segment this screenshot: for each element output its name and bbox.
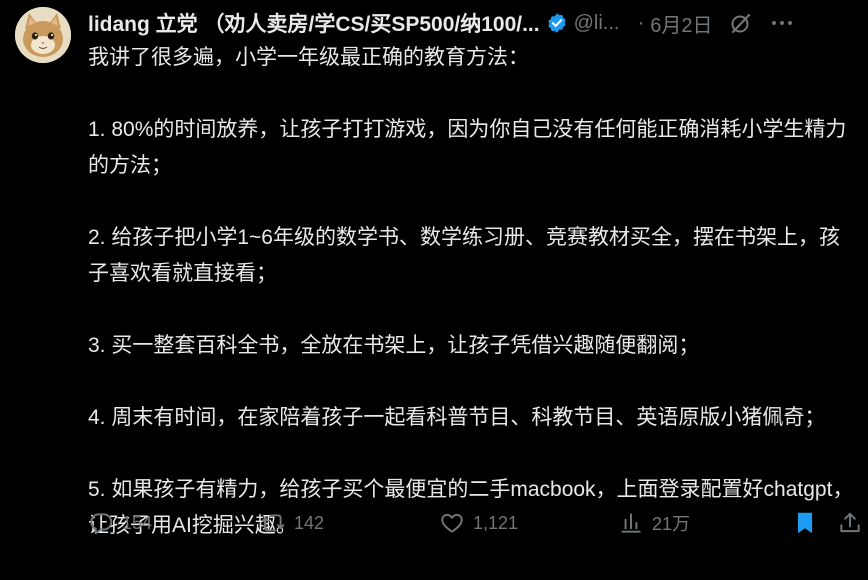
- like-button[interactable]: 1,121: [439, 505, 518, 541]
- views-count: 21万: [652, 514, 691, 534]
- tweet-paragraph-2: 2. 给孩子把小学1~6年级的数学书、数学练习册、竞赛教材买全，摆在书架上，孩子…: [88, 226, 840, 285]
- reply-button[interactable]: 154: [88, 505, 152, 541]
- retweet-button[interactable]: 142: [260, 505, 324, 541]
- retweet-icon: [261, 514, 285, 532]
- more-icon[interactable]: [769, 11, 795, 35]
- tweet-date[interactable]: 6月2日: [650, 9, 712, 38]
- grok-icon[interactable]: [729, 11, 753, 35]
- analytics-icon: [621, 513, 641, 533]
- verified-badge-icon: [547, 13, 566, 33]
- tweet-paragraph-3: 3. 买一整套百科全书，全放在书架上，让孩子凭借兴趣随便翻阅；: [88, 334, 700, 357]
- author-name[interactable]: lidang 立党 （劝人卖房/学CS/买SP500/纳100/...: [88, 8, 540, 38]
- like-count: 1,121: [473, 512, 519, 533]
- author-handle[interactable]: @li...: [574, 12, 632, 35]
- tweet-actions: 154 142 1,121 21万: [88, 505, 863, 541]
- tweet-header: lidang 立党 （劝人卖房/学CS/买SP500/纳100/... @li.…: [88, 8, 858, 38]
- views-button[interactable]: 21万: [618, 505, 690, 541]
- share-button[interactable]: [837, 505, 863, 541]
- retweet-count: 142: [294, 512, 325, 533]
- tweet-text: 我讲了很多遍，小学一年级最正确的教育方法： 1. 80%的时间放养，让孩子打打游…: [88, 40, 858, 580]
- tweet-paragraph-4: 4. 周末有时间，在家陪着孩子一起看科普节目、科教节目、英语原版小猪佩奇；: [88, 406, 826, 429]
- cat-avatar-icon: [15, 7, 71, 63]
- separator-dot: ·: [637, 11, 645, 34]
- tweet-paragraph-1: 1. 80%的时间放养，让孩子打打游戏，因为你自己没有任何能正确消耗小学生精力的…: [88, 118, 847, 177]
- tweet-paragraph-intro: 我讲了很多遍，小学一年级最正确的教育方法：: [88, 46, 529, 69]
- bookmark-filled-icon: [797, 512, 813, 534]
- avatar[interactable]: [15, 7, 71, 63]
- heart-icon: [441, 513, 463, 533]
- share-icon: [840, 512, 860, 533]
- bookmark-button[interactable]: [792, 505, 818, 541]
- reply-count: 154: [122, 512, 153, 533]
- reply-icon: [90, 513, 113, 535]
